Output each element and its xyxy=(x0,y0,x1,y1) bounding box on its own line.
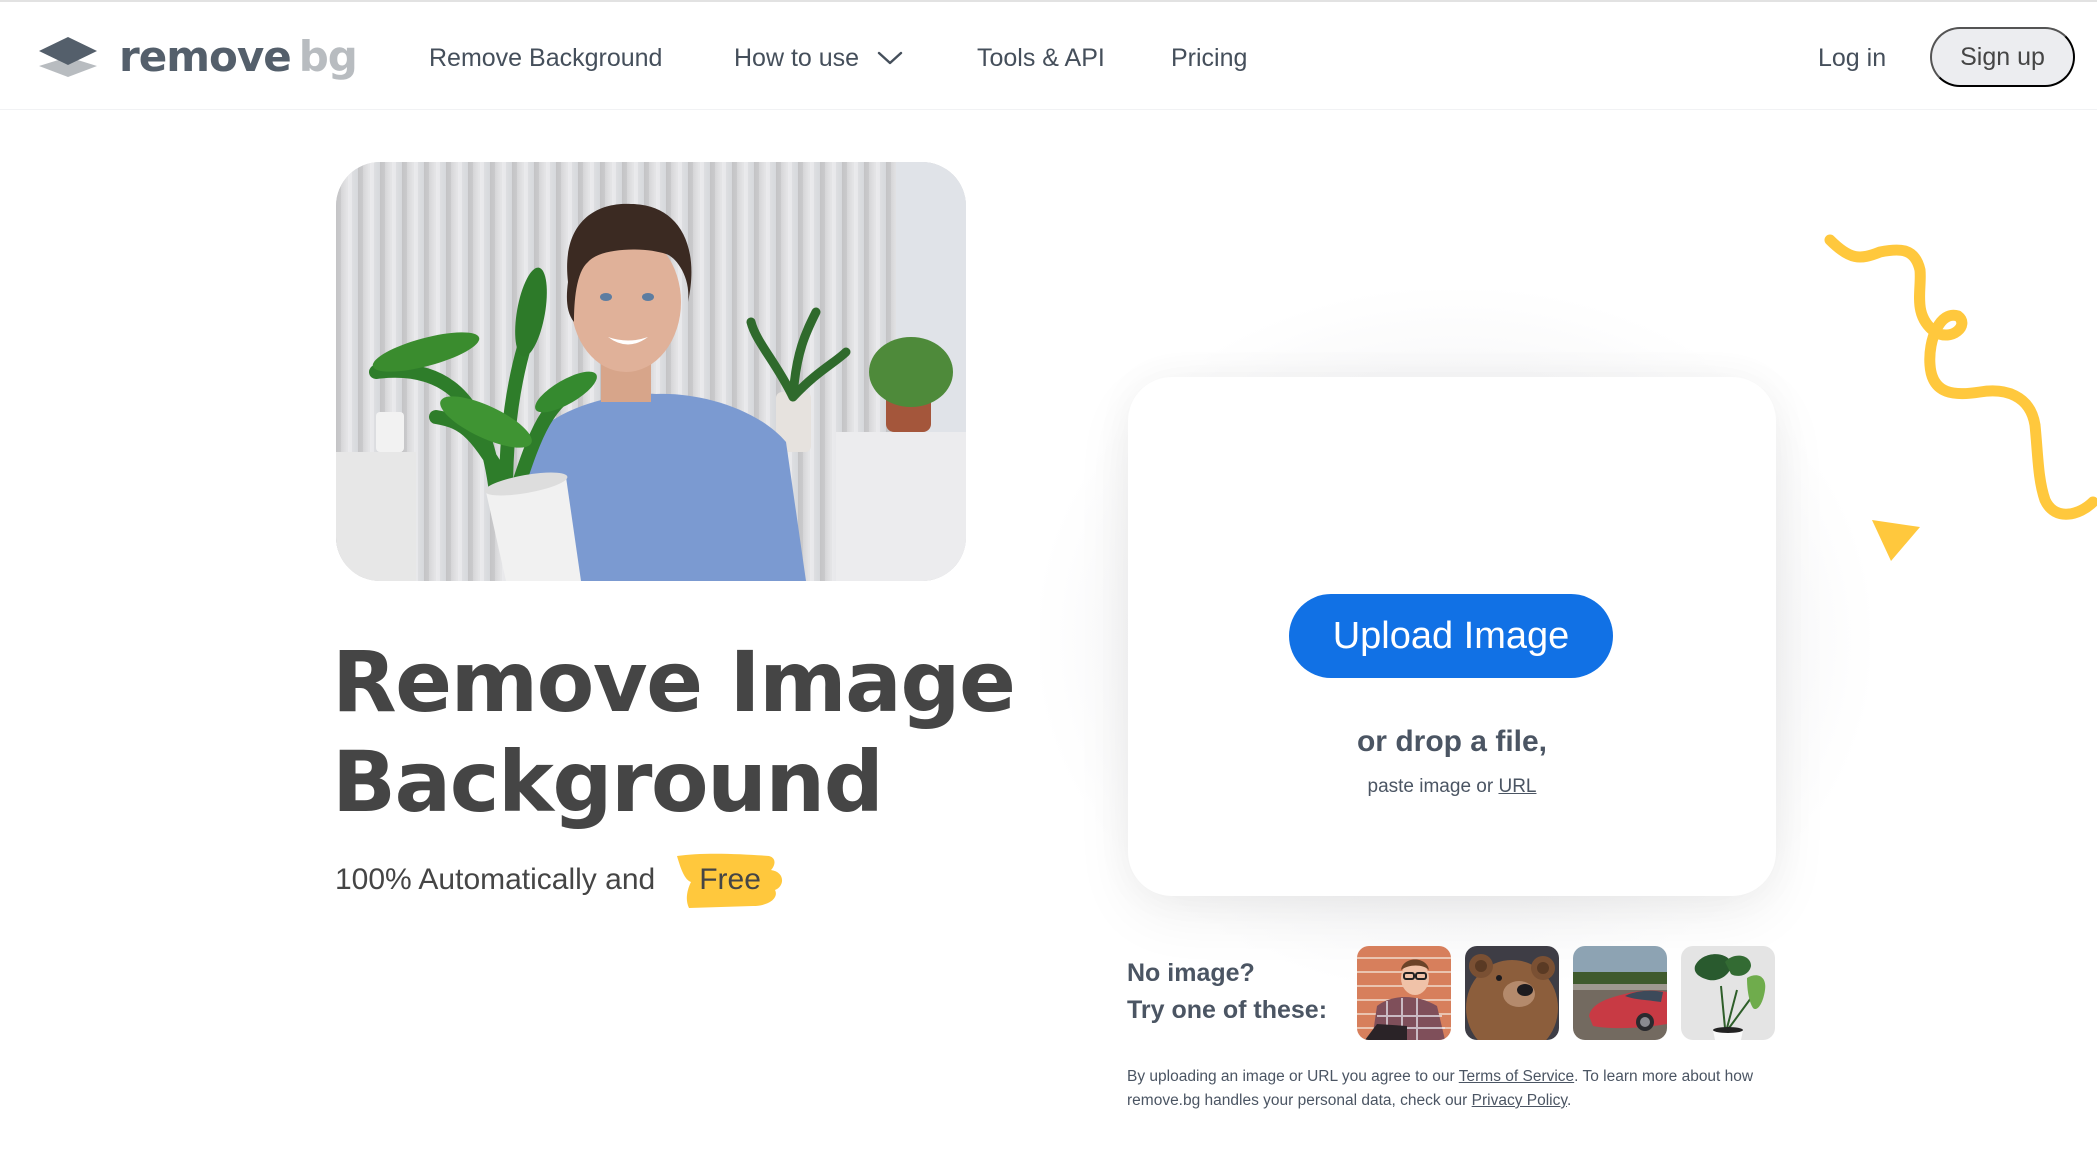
sample-person-image xyxy=(1357,946,1451,1040)
logo-word-bg: bg xyxy=(298,32,358,81)
free-highlight: Free xyxy=(675,853,787,908)
sample-car[interactable] xyxy=(1573,946,1667,1040)
nav-label: How to use xyxy=(734,43,860,72)
logo-link[interactable]: remove bg xyxy=(35,32,358,82)
privacy-policy-link[interactable]: Privacy Policy xyxy=(1472,1092,1567,1109)
samples-label-line1: No image? xyxy=(1127,959,1255,987)
logo-word-remove: remove xyxy=(119,32,292,81)
hero-title-line2: Background xyxy=(332,733,884,831)
signup-button[interactable]: Sign up xyxy=(1930,27,2075,87)
paste-prefix: paste image or xyxy=(1367,776,1494,797)
legal-text-1: By uploading an image or URL you agree t… xyxy=(1127,1068,1459,1085)
sample-car-image xyxy=(1573,946,1667,1040)
samples-label: No image? Try one of these: xyxy=(1127,955,1327,1029)
chevron-down-icon xyxy=(877,51,903,65)
drop-file-text: or drop a file, xyxy=(1356,725,1548,758)
sample-bear-image xyxy=(1465,946,1559,1040)
upload-image-button[interactable]: Upload Image xyxy=(1289,594,1613,678)
sample-plant[interactable] xyxy=(1681,946,1775,1040)
nav-label: Tools & API xyxy=(977,43,1105,72)
legal-text-3: . xyxy=(1566,1092,1572,1109)
paste-hint: paste image or URL xyxy=(1128,776,1776,798)
legal-notice: By uploading an image or URL you agree t… xyxy=(1127,1065,1787,1113)
nav-tools-api[interactable]: Tools & API xyxy=(977,38,1105,78)
hero-subtitle-text: 100% Automatically and xyxy=(335,863,656,896)
url-link[interactable]: URL xyxy=(1498,776,1536,797)
sample-thumbnails xyxy=(1357,946,1775,1040)
site-header: remove bg Remove Background How to use To… xyxy=(0,2,2097,110)
nav-pricing[interactable]: Pricing xyxy=(1171,38,1247,78)
hero-title-line1: Remove Image xyxy=(332,633,1016,731)
samples-label-line2: Try one of these: xyxy=(1127,996,1328,1024)
sample-plant-image xyxy=(1681,946,1775,1040)
logo-text: remove bg xyxy=(119,36,358,78)
sample-bear[interactable] xyxy=(1465,946,1559,1040)
login-link[interactable]: Log in xyxy=(1818,38,1886,78)
nav-label: Pricing xyxy=(1171,43,1248,72)
nav-how-to-use[interactable]: How to use xyxy=(734,38,903,78)
hero-subtitle: 100% Automatically and Free xyxy=(335,853,787,908)
free-text: Free xyxy=(699,863,761,896)
logo-icon xyxy=(39,37,97,77)
hero-title: Remove Image Background xyxy=(332,632,1092,832)
hero-image xyxy=(336,162,966,581)
nav-remove-background[interactable]: Remove Background xyxy=(429,38,662,78)
terms-of-service-link[interactable]: Terms of Service xyxy=(1459,1068,1574,1085)
sample-person[interactable] xyxy=(1357,946,1451,1040)
hero-photo xyxy=(336,162,966,581)
nav-label: Remove Background xyxy=(429,43,663,72)
